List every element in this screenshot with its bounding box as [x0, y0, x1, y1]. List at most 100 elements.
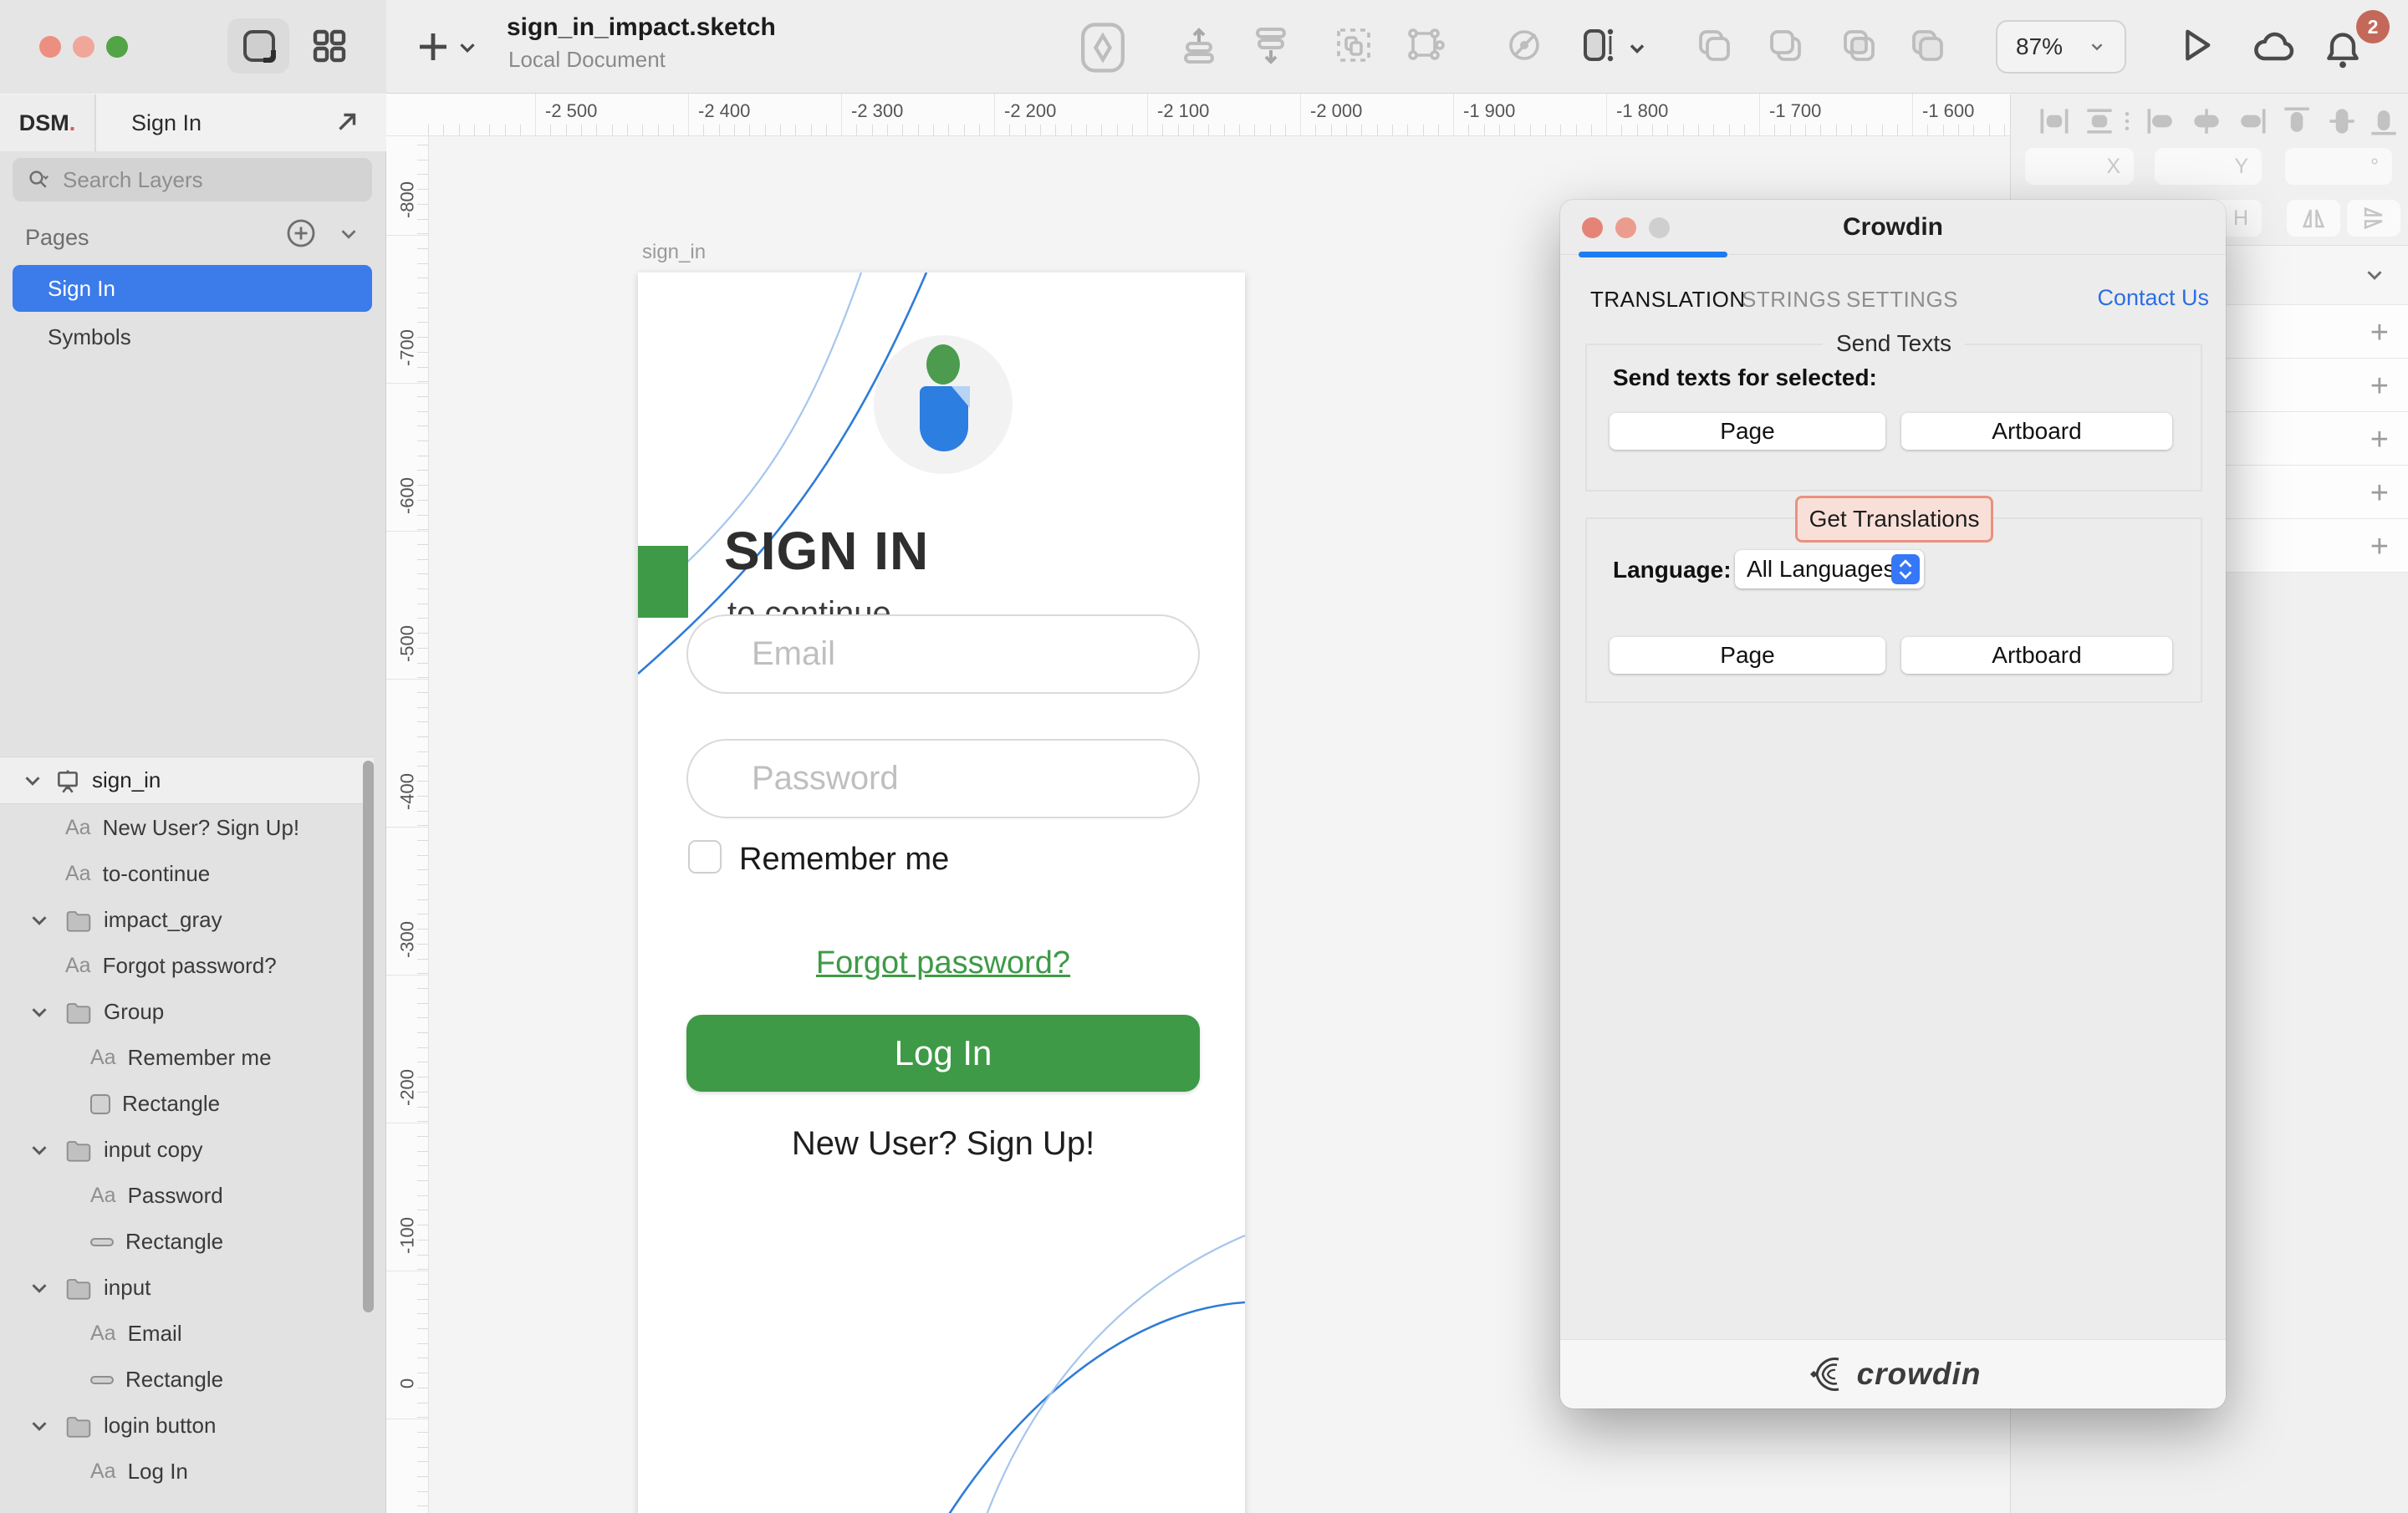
close-window-button[interactable]	[39, 36, 61, 58]
boolean-subtract-icon[interactable]	[1765, 25, 1805, 65]
oval-slash-icon[interactable]	[1504, 25, 1544, 65]
align-center-horizontal-icon[interactable]	[2188, 103, 2225, 140]
layers-scrollbar[interactable]	[363, 761, 374, 1312]
chevron-down-icon[interactable]	[2362, 262, 2387, 288]
rotation-field[interactable]: °	[2285, 148, 2392, 185]
layer-row[interactable]: AaForgot password?	[0, 943, 374, 989]
align-middle-vertical-icon[interactable]	[2324, 103, 2360, 140]
align-top-icon[interactable]	[2278, 103, 2315, 140]
zoom-window-button[interactable]	[106, 36, 128, 58]
layer-row[interactable]: Aato-continue	[0, 851, 374, 897]
add-page-icon[interactable]	[284, 217, 318, 250]
page-item-symbols[interactable]: Symbols	[13, 313, 372, 360]
chevron-down-icon[interactable]	[27, 1419, 52, 1444]
artboard-label[interactable]: sign_in	[642, 241, 706, 264]
ruler-tick	[417, 559, 428, 560]
more-options-icon[interactable]	[2115, 103, 2140, 140]
play-icon[interactable]	[2173, 23, 2217, 67]
add-plus-icon[interactable]: +	[2370, 529, 2389, 565]
distribute-icon[interactable]	[1251, 25, 1291, 65]
insert-artboard-icon[interactable]	[1577, 25, 1617, 65]
tab-settings[interactable]: SETTINGS	[1846, 287, 1958, 313]
page-item-sign-in[interactable]: Sign In	[13, 265, 372, 312]
add-plus-icon[interactable]: +	[2370, 315, 2389, 351]
chevron-down-icon[interactable]	[27, 1143, 52, 1168]
chevron-down-icon[interactable]	[20, 768, 45, 793]
ruler-tick	[1943, 125, 1944, 135]
sign-up-text[interactable]: New User? Sign Up!	[686, 1125, 1200, 1163]
ruler-boundary	[386, 531, 429, 532]
x-position-field[interactable]: X	[2025, 148, 2134, 185]
ruler-tick	[1270, 125, 1271, 135]
insert-plus-icon[interactable]	[413, 27, 453, 67]
grid-view-icon[interactable]	[309, 26, 349, 66]
artboard-chevron-down-icon[interactable]	[1625, 37, 1649, 60]
get-translations-button[interactable]: Get Translations	[1795, 496, 1993, 543]
cloud-icon[interactable]	[2251, 25, 2298, 69]
layer-label: Rectangle	[125, 1367, 223, 1393]
chevron-down-icon[interactable]	[27, 1005, 52, 1030]
layer-row[interactable]: AaEmail	[0, 1311, 374, 1357]
pages-chevron-down-icon[interactable]	[336, 222, 361, 247]
artboard[interactable]: SIGN IN to continue Email Password Remem…	[638, 273, 1245, 1513]
tab-translation[interactable]: TRANSLATION	[1590, 287, 1746, 313]
log-in-button[interactable]: Log In	[686, 1015, 1200, 1092]
get-artboard-button[interactable]: Artboard	[1901, 637, 2172, 674]
boolean-difference-icon[interactable]	[1907, 25, 1947, 65]
password-field[interactable]: Password	[686, 739, 1200, 818]
boolean-intersect-icon[interactable]	[1839, 25, 1879, 65]
add-plus-icon[interactable]: +	[2370, 369, 2389, 405]
add-plus-icon[interactable]: +	[2370, 422, 2389, 458]
language-select[interactable]: All Languages	[1735, 550, 1924, 588]
layer-row-artboard[interactable]: sign_in	[0, 756, 374, 804]
layer-row[interactable]: Rectangle	[0, 1081, 374, 1127]
layer-row[interactable]: AaNew User? Sign Up!	[0, 805, 374, 851]
remember-me-checkbox[interactable]	[688, 840, 722, 874]
contact-us-link[interactable]: Contact Us	[2097, 285, 2209, 311]
add-plus-icon[interactable]: +	[2370, 476, 2389, 512]
align-right-icon[interactable]	[2233, 103, 2270, 140]
align-bottom-icon[interactable]	[2365, 103, 2402, 140]
layer-row[interactable]: login button	[0, 1403, 374, 1449]
canvas-view-icon[interactable]	[239, 26, 279, 66]
tab-dsm[interactable]: DSM.	[0, 94, 95, 151]
chevron-down-icon[interactable]	[27, 1281, 52, 1306]
minimize-window-button[interactable]	[73, 36, 94, 58]
layer-row[interactable]: AaLog In	[0, 1449, 374, 1495]
ruler-tick	[887, 125, 888, 135]
distribute-horizontally-icon[interactable]	[2036, 103, 2073, 140]
layer-row[interactable]: impact_gray	[0, 897, 374, 943]
send-artboard-button[interactable]: Artboard	[1901, 413, 2172, 450]
layer-row[interactable]: Rectangle	[0, 1219, 374, 1265]
y-position-field[interactable]: Y	[2155, 148, 2262, 185]
layer-row[interactable]: AaPassword	[0, 1173, 374, 1219]
boolean-union-icon[interactable]	[1694, 25, 1734, 65]
remember-me-label: Remember me	[739, 842, 949, 878]
get-page-button[interactable]: Page	[1610, 637, 1885, 674]
send-page-button[interactable]: Page	[1610, 413, 1885, 450]
search-input[interactable]: Search Layers	[13, 158, 372, 201]
ruler-label: -700	[386, 327, 429, 369]
group-select-icon[interactable]	[1334, 25, 1374, 65]
layer-row[interactable]: Group	[0, 989, 374, 1035]
edit-vector-icon[interactable]	[1405, 25, 1445, 65]
flip-horizontal-icon[interactable]	[2287, 200, 2340, 237]
flip-vertical-icon[interactable]	[2347, 200, 2400, 237]
forgot-password-link[interactable]: Forgot password?	[686, 945, 1200, 981]
layer-row[interactable]: Rectangle	[0, 1357, 374, 1403]
layer-label: Log In	[128, 1459, 188, 1485]
distribute-vertically-icon[interactable]	[2081, 103, 2118, 140]
open-external-arrow-icon[interactable]	[333, 108, 361, 136]
symbol-badge-icon[interactable]	[1079, 22, 1127, 74]
chevron-right-icon[interactable]	[27, 913, 52, 938]
move-forward-icon[interactable]	[1179, 25, 1219, 65]
insert-chevron-down-icon[interactable]	[455, 35, 480, 60]
tab-strings[interactable]: STRINGS	[1742, 287, 1841, 313]
email-field[interactable]: Email	[686, 614, 1200, 694]
layer-row[interactable]: input	[0, 1265, 374, 1311]
align-left-icon[interactable]	[2143, 103, 2180, 140]
zoom-control[interactable]: 87%	[1996, 20, 2126, 74]
ruler-tick	[428, 125, 429, 135]
layer-row[interactable]: AaRemember me	[0, 1035, 374, 1081]
layer-row[interactable]: input copy	[0, 1127, 374, 1173]
